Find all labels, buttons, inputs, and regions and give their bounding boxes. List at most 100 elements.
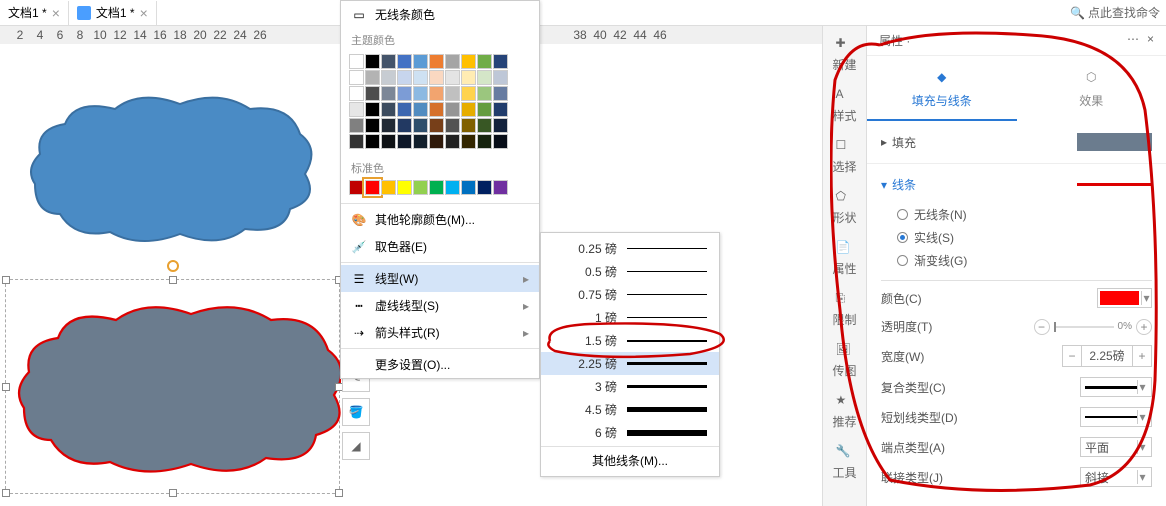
width-option[interactable]: 2.25 磅 (541, 352, 719, 375)
color-swatch[interactable] (365, 70, 380, 85)
rotate-handle[interactable] (167, 260, 179, 272)
cap-combo[interactable]: 平面▾ (1080, 437, 1152, 457)
color-swatch[interactable] (429, 134, 444, 149)
opacity-decrease[interactable]: − (1034, 319, 1050, 335)
color-swatch[interactable] (397, 70, 412, 85)
color-swatch[interactable] (461, 70, 476, 85)
tool-fill-icon[interactable]: 🪣 (342, 398, 370, 426)
color-swatch[interactable] (477, 70, 492, 85)
canvas[interactable] (0, 44, 340, 504)
color-swatch[interactable] (349, 180, 364, 195)
selected-shape-frame[interactable] (5, 279, 340, 494)
eyedropper-option[interactable]: 💉 取色器(E) (341, 233, 539, 260)
color-swatch[interactable] (461, 54, 476, 69)
color-swatch[interactable] (493, 54, 508, 69)
color-swatch[interactable] (461, 118, 476, 133)
tab-doc2[interactable]: 文档1 * × (69, 1, 157, 25)
width-option[interactable]: 0.25 磅 (541, 237, 719, 260)
color-swatch[interactable] (445, 180, 460, 195)
sidenav-限制[interactable]: ⎘限制 (832, 291, 856, 328)
color-swatch[interactable] (381, 54, 396, 69)
radio-solid-line[interactable]: 实线(S) (897, 226, 1152, 249)
resize-handle-sw[interactable] (2, 489, 10, 497)
width-increase[interactable]: + (1133, 349, 1151, 363)
color-swatch[interactable] (365, 118, 380, 133)
radio-gradient-line[interactable]: 渐变线(G) (897, 249, 1152, 272)
help-search[interactable]: 🔍 点此查找命令 (1070, 4, 1160, 21)
color-swatch[interactable] (349, 134, 364, 149)
sidenav-属性[interactable]: 📄属性 (832, 240, 856, 277)
cloud-shape-selected[interactable] (6, 280, 341, 495)
fill-section-toggle[interactable]: ▸ 填充 (881, 129, 1152, 155)
color-swatch[interactable] (381, 118, 396, 133)
color-swatch[interactable] (477, 134, 492, 149)
color-swatch[interactable] (381, 180, 396, 195)
color-swatch[interactable] (349, 54, 364, 69)
color-swatch[interactable] (381, 102, 396, 117)
color-swatch[interactable] (397, 180, 412, 195)
width-value[interactable]: 2.25磅 (1081, 346, 1133, 366)
color-swatch[interactable] (381, 86, 396, 101)
arrow-style-option[interactable]: ⇢ 箭头样式(R) ▸ (341, 319, 539, 346)
color-swatch[interactable] (429, 180, 444, 195)
color-swatch[interactable] (429, 54, 444, 69)
width-option[interactable]: 4.5 磅 (541, 398, 719, 421)
color-swatch[interactable] (445, 118, 460, 133)
color-swatch[interactable] (461, 102, 476, 117)
color-swatch[interactable] (397, 102, 412, 117)
radio-no-line[interactable]: 无线条(N) (897, 203, 1152, 226)
cloud-shape-blue[interactable] (20, 74, 320, 264)
color-swatch[interactable] (493, 70, 508, 85)
width-option[interactable]: 0.75 磅 (541, 283, 719, 306)
color-swatch[interactable] (413, 86, 428, 101)
width-spinner[interactable]: − 2.25磅 + (1062, 345, 1152, 367)
resize-handle-s[interactable] (169, 489, 177, 497)
color-swatch[interactable] (493, 118, 508, 133)
color-swatch[interactable] (397, 134, 412, 149)
color-swatch[interactable] (429, 86, 444, 101)
color-swatch[interactable] (445, 54, 460, 69)
color-swatch[interactable] (429, 118, 444, 133)
color-swatch[interactable] (365, 180, 380, 195)
color-swatch[interactable] (365, 102, 380, 117)
color-swatch[interactable] (413, 118, 428, 133)
color-swatch[interactable] (413, 70, 428, 85)
color-swatch[interactable] (477, 180, 492, 195)
color-swatch[interactable] (445, 102, 460, 117)
color-swatch[interactable] (349, 70, 364, 85)
color-swatch[interactable] (493, 86, 508, 101)
resize-handle-n[interactable] (169, 276, 177, 284)
color-swatch[interactable] (365, 54, 380, 69)
color-swatch[interactable] (381, 134, 396, 149)
color-swatch[interactable] (461, 86, 476, 101)
join-combo[interactable]: 斜接▾ (1080, 467, 1152, 487)
width-option[interactable]: 6 磅 (541, 421, 719, 444)
resize-handle-w[interactable] (2, 383, 10, 391)
line-preview[interactable] (1077, 183, 1152, 186)
sidenav-推荐[interactable]: ★推荐 (832, 393, 856, 430)
close-icon[interactable]: × (52, 5, 60, 21)
line-width-option[interactable]: ☰ 线型(W) ▸ (341, 265, 539, 292)
color-swatch[interactable] (349, 86, 364, 101)
color-swatch[interactable] (445, 70, 460, 85)
panel-close-icon[interactable]: × (1147, 32, 1154, 46)
color-swatch[interactable] (365, 134, 380, 149)
color-swatch[interactable] (477, 102, 492, 117)
dash-style-option[interactable]: ┅ 虚线线型(S) ▸ (341, 292, 539, 319)
color-swatch[interactable] (349, 118, 364, 133)
opacity-increase[interactable]: + (1136, 319, 1152, 335)
sidenav-新建[interactable]: ✚新建 (832, 36, 856, 73)
color-swatch[interactable] (493, 102, 508, 117)
resize-handle-nw[interactable] (2, 276, 10, 284)
color-swatch[interactable] (477, 118, 492, 133)
fill-preview[interactable] (1077, 133, 1152, 151)
resize-handle-se[interactable] (335, 489, 343, 497)
no-outline-option[interactable]: ▭ 无线条颜色 (341, 1, 539, 28)
color-swatch[interactable] (365, 86, 380, 101)
sidenav-样式[interactable]: A样式 (832, 87, 856, 124)
width-option[interactable]: 1.5 磅 (541, 329, 719, 352)
color-swatch[interactable] (397, 54, 412, 69)
width-decrease[interactable]: − (1063, 349, 1081, 363)
color-swatch[interactable] (445, 134, 460, 149)
width-option[interactable]: 1 磅 (541, 306, 719, 329)
